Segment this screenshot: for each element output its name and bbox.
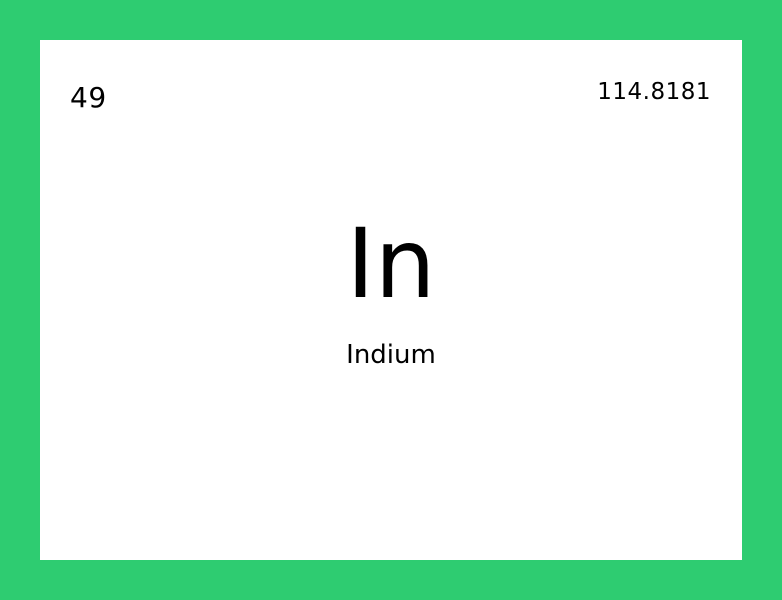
atomic-number: 49 (70, 81, 107, 114)
element-symbol: In (346, 208, 436, 320)
element-name: Indium (346, 340, 436, 370)
element-card: 49 114.8181 In Indium (40, 40, 742, 560)
element-tile-frame: 49 114.8181 In Indium (0, 0, 782, 600)
atomic-mass: 114.8181 (597, 79, 711, 105)
